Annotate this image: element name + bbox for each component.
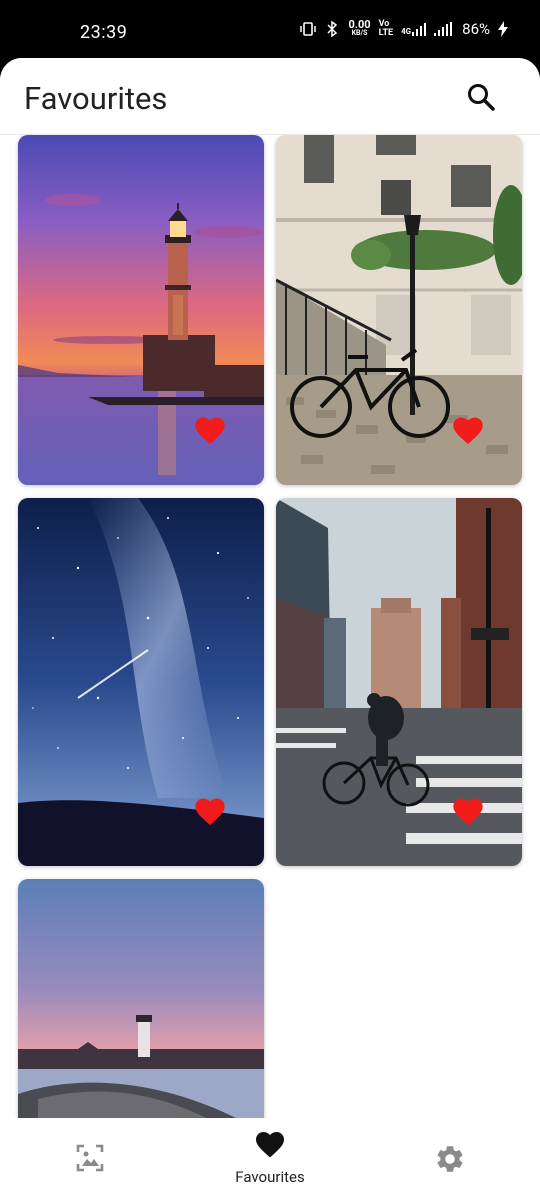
signal-4g: 4G xyxy=(401,22,427,36)
heart-icon xyxy=(453,417,483,444)
status-bar: 23:39 0.00 KB/S Vo LTE 4G 86% xyxy=(0,0,540,64)
favourites-grid xyxy=(0,135,540,1118)
signal-icon xyxy=(412,23,427,36)
wallpaper-image xyxy=(18,879,264,1118)
charging-icon xyxy=(498,21,508,37)
wallpaper-image xyxy=(276,498,522,866)
heart-icon xyxy=(256,1132,284,1158)
vibrate-icon xyxy=(300,22,317,36)
favourite-toggle[interactable] xyxy=(452,796,484,826)
wallpaper-card-starry-sky[interactable] xyxy=(18,498,264,866)
heart-icon xyxy=(195,798,225,825)
wallpaper-card-city-cyclist[interactable] xyxy=(276,498,522,866)
wallpaper-card-lighthouse-pier[interactable] xyxy=(18,879,264,1118)
wallpaper-card-bicycle-street[interactable] xyxy=(276,135,522,485)
status-time: 23:39 xyxy=(80,22,128,43)
search-button[interactable] xyxy=(466,82,496,112)
nav-settings[interactable] xyxy=(360,1118,540,1200)
network-type: 4G xyxy=(401,27,412,36)
nav-label-favourites: Favourites xyxy=(235,1168,305,1186)
volte-indicator: Vo LTE xyxy=(379,20,394,38)
bluetooth-icon xyxy=(327,21,338,37)
status-icons: 0.00 KB/S Vo LTE 4G 86% xyxy=(300,18,508,38)
wallpaper-image xyxy=(18,135,264,485)
nav-favourites[interactable]: Favourites xyxy=(180,1118,360,1200)
heart-icon xyxy=(195,417,225,444)
signal-icon-2 xyxy=(434,22,453,36)
battery-percent: 86% xyxy=(462,20,490,38)
favourite-toggle[interactable] xyxy=(452,415,484,445)
network-speed: 0.00 KB/S xyxy=(348,18,371,38)
page-title: Favourites xyxy=(24,80,168,117)
heart-icon xyxy=(453,798,483,825)
nav-gallery[interactable] xyxy=(0,1118,180,1200)
bottom-navigation: Favourites xyxy=(0,1118,540,1200)
gallery-icon xyxy=(76,1144,104,1172)
favourite-toggle[interactable] xyxy=(194,796,226,826)
volte-bottom: LTE xyxy=(378,28,394,38)
app-window: Favourites Favourites xyxy=(0,58,540,1200)
favourite-toggle[interactable] xyxy=(194,415,226,445)
search-icon xyxy=(468,84,495,111)
speed-unit: KB/S xyxy=(351,29,368,37)
app-header: Favourites xyxy=(0,58,540,135)
speed-value: 0.00 xyxy=(348,18,371,31)
wallpaper-image xyxy=(18,498,264,866)
gear-icon xyxy=(437,1146,463,1172)
wallpaper-image xyxy=(276,135,522,485)
wallpaper-card-lighthouse-sunset[interactable] xyxy=(18,135,264,485)
